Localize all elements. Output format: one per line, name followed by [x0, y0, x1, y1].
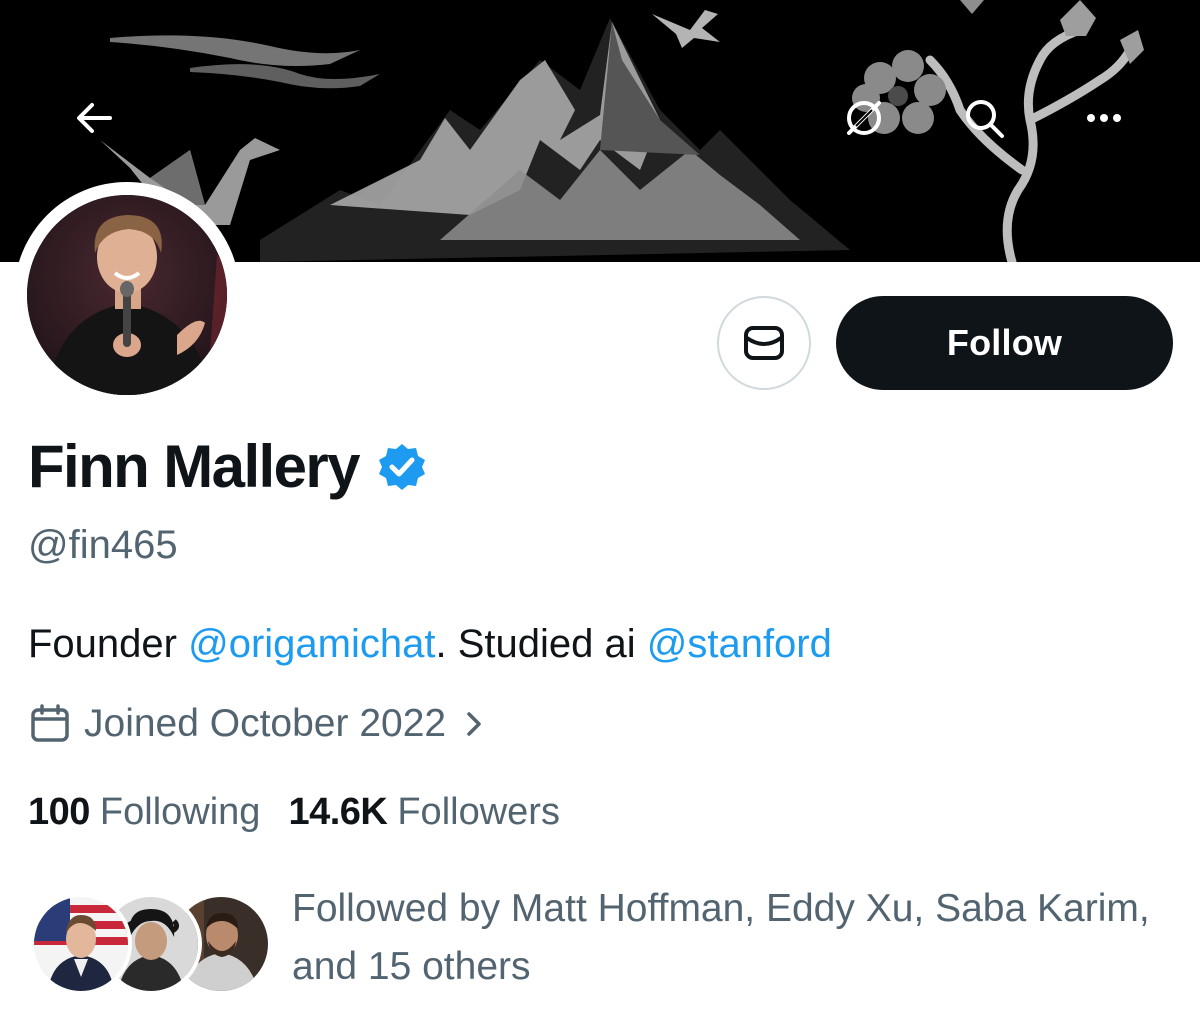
grok-icon: [847, 101, 881, 135]
avatar[interactable]: [27, 195, 227, 395]
following-label: Following: [99, 790, 261, 833]
joined-date-row[interactable]: Joined October 2022: [28, 698, 490, 750]
profile-handle: @fin465: [28, 523, 178, 567]
arrow-left-icon: [77, 103, 112, 133]
search-icon: [966, 100, 1004, 138]
more-button[interactable]: [1072, 86, 1136, 150]
followed-by-text[interactable]: Followed by Matt Hoffman, Eddy Xu, Saba …: [292, 880, 1172, 996]
following-stat[interactable]: 100 Following: [28, 791, 260, 834]
followers-label: Followers: [397, 790, 560, 833]
avatar: [30, 893, 132, 995]
grok-button[interactable]: [832, 86, 896, 150]
avatar-photo: [27, 195, 227, 395]
followers-stat[interactable]: 14.6K Followers: [288, 791, 560, 834]
display-name: Finn Mallery: [28, 433, 360, 500]
calendar-icon: [28, 702, 72, 746]
bio-mention-origamichat[interactable]: @origamichat: [188, 622, 435, 666]
message-button[interactable]: [717, 296, 811, 390]
bio-text: Founder: [28, 622, 189, 666]
search-button[interactable]: [952, 86, 1016, 150]
bio-mention-stanford[interactable]: @stanford: [647, 622, 832, 666]
back-button[interactable]: [62, 88, 126, 148]
chevron-right-icon: [460, 704, 490, 744]
following-count: 100: [28, 790, 90, 833]
profile-name-row: Finn Mallery: [28, 432, 427, 502]
followers-count: 14.6K: [288, 790, 388, 833]
follow-button[interactable]: Follow: [836, 296, 1173, 390]
profile-bio: Founder @origamichat. Studied ai @stanfo…: [28, 618, 832, 670]
joined-date: Joined October 2022: [84, 702, 447, 745]
more-horizontal-icon: [1087, 114, 1121, 122]
bio-text: . Studied ai: [435, 622, 647, 666]
envelope-icon: [744, 326, 784, 360]
followed-by-avatars[interactable]: [30, 893, 272, 995]
follow-stats: 100 Following 14.6K Followers: [28, 786, 560, 838]
verified-badge-icon[interactable]: [377, 442, 427, 492]
